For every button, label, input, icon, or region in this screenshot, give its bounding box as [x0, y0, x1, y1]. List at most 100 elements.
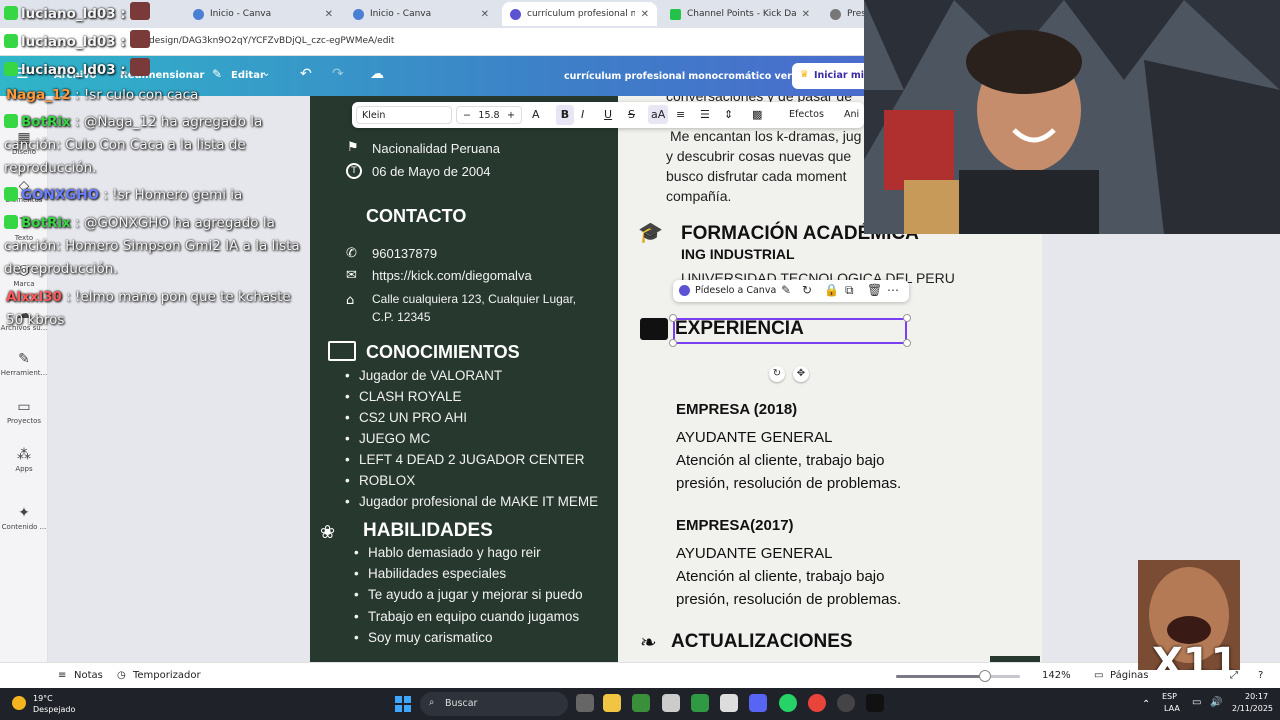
edit-menu[interactable]: Editar — [231, 70, 265, 81]
monitor-icon — [328, 341, 356, 361]
address-line-1: Calle cualquiera 123, Cualquier Lugar, — [372, 292, 577, 306]
strikethrough-icon[interactable]: S — [628, 108, 635, 121]
tab-label: Channel Points - Kick Dashboa — [687, 9, 796, 19]
rail-apps[interactable]: ⁂ Apps — [0, 447, 48, 473]
weather-icon[interactable] — [12, 696, 26, 710]
selected-textbox[interactable] — [673, 318, 907, 344]
document-title[interactable]: currículum profesional monocromático ver… — [564, 71, 805, 82]
job-desc: Atención al cliente, trabajo bajo — [676, 568, 885, 585]
chevron-up-icon[interactable]: ⌃ — [1142, 699, 1150, 710]
rotate-icon[interactable]: ↻ — [802, 283, 812, 297]
discord-icon[interactable] — [749, 694, 767, 712]
close-icon[interactable]: ✕ — [481, 9, 489, 20]
animate-button[interactable]: Ani — [844, 109, 859, 120]
decrease-size-button[interactable]: − — [463, 110, 471, 121]
browser-tab[interactable]: Inicio - Canva ✕ — [185, 2, 341, 26]
rail-tools[interactable]: ✎ Herramient... — [0, 351, 48, 377]
help-icon[interactable]: ? — [1258, 670, 1263, 681]
move-handle-icon[interactable]: ✥ — [793, 366, 809, 382]
language-2[interactable]: LAA — [1164, 704, 1180, 713]
chat-text: : !sr Homero gemi ia — [99, 187, 243, 203]
effects-button[interactable]: Efectos — [789, 109, 824, 120]
calendar-icon: T — [346, 163, 362, 179]
zoom-slider-fill — [896, 675, 986, 678]
case-icon[interactable]: aA — [648, 105, 669, 124]
pages-button[interactable]: Páginas — [1110, 670, 1149, 681]
search-label: Buscar — [445, 698, 478, 709]
app-icon[interactable] — [720, 694, 738, 712]
align-icon[interactable]: ≡ — [676, 108, 685, 121]
zoom-slider[interactable] — [896, 675, 1020, 678]
notes-icon: ≡ — [58, 670, 67, 681]
browser-tab[interactable]: Inicio - Canva ✕ — [345, 2, 497, 26]
tiktok-icon[interactable] — [866, 694, 884, 712]
font-size-stepper[interactable]: − 15.8 + — [456, 106, 522, 124]
text-color-icon[interactable]: A — [532, 108, 540, 121]
close-icon[interactable]: ✕ — [641, 9, 649, 20]
volume-icon[interactable]: 🔊 — [1210, 697, 1222, 708]
windows-start-icon[interactable] — [395, 696, 411, 712]
ask-canva-button[interactable]: Pídeselo a Canva — [695, 285, 776, 296]
clock-date[interactable]: 2/11/2025 — [1232, 704, 1273, 713]
chat-user: Naga_12 — [6, 87, 71, 103]
skill-item: Hablo demasiado y hago reir — [354, 545, 541, 560]
magic-write-icon[interactable]: ✎ — [781, 283, 791, 297]
rotate-handle-icon[interactable]: ↻ — [769, 366, 785, 382]
browser-tab[interactable]: Channel Points - Kick Dashboa ✕ — [662, 2, 818, 26]
taskbar-search[interactable]: ⌕ Buscar — [420, 692, 568, 716]
chat-user: GONXGHO — [21, 187, 100, 203]
bold-icon[interactable]: B — [556, 105, 574, 125]
zoom-slider-knob[interactable] — [979, 670, 992, 682]
rail-magic[interactable]: ✦ Contenido ... — [0, 505, 48, 531]
list-icon[interactable]: ☰ — [700, 108, 710, 121]
file-explorer-icon[interactable] — [603, 694, 621, 712]
redo-icon[interactable]: ↷ — [332, 66, 344, 82]
weather-desc[interactable]: Despejado — [33, 705, 75, 714]
underline-icon[interactable]: U — [604, 108, 612, 121]
rail-projects[interactable]: ▭ Proyectos — [0, 399, 48, 425]
magic-icon: ✦ — [18, 505, 30, 521]
whatsapp-icon[interactable] — [779, 694, 797, 712]
language-1[interactable]: ESP — [1162, 692, 1177, 701]
font-selector[interactable]: Klein — [356, 106, 452, 124]
trash-icon[interactable]: 🗑 — [867, 283, 882, 297]
clock-time[interactable]: 20:17 — [1245, 692, 1268, 701]
transparency-icon[interactable]: ▩ — [752, 108, 762, 121]
zoom-value[interactable]: 142% — [1042, 670, 1071, 681]
minecraft-icon[interactable] — [691, 694, 709, 712]
streamer-name: luciano_ld03 : — [21, 34, 126, 50]
lock-icon[interactable]: 🔒 — [824, 283, 839, 297]
cloud-saved-icon[interactable]: ☁ — [370, 66, 384, 82]
chrome-icon[interactable] — [808, 694, 826, 712]
xbox-icon[interactable] — [632, 694, 650, 712]
about-line: y descubrir cosas nuevas que — [666, 148, 852, 164]
task-view-icon[interactable] — [576, 694, 594, 712]
network-icon[interactable]: ▭ — [1192, 697, 1201, 708]
flag-icon: ⚑ — [347, 140, 359, 155]
spacing-icon[interactable]: ⇕ — [724, 108, 733, 121]
overlay-streamer-name: luciano_ld03 : — [4, 30, 153, 50]
store-icon[interactable] — [662, 694, 680, 712]
italic-icon[interactable]: I — [581, 108, 584, 121]
fullscreen-icon[interactable]: ⤢ — [1230, 670, 1238, 681]
more-icon[interactable]: ⋯ — [887, 283, 899, 297]
browser-tab-active[interactable]: currículum profesional monocr ✕ — [502, 2, 657, 26]
weather-temp[interactable]: 19°C — [33, 694, 53, 703]
resize-handle[interactable] — [903, 314, 911, 322]
increase-size-button[interactable]: + — [507, 110, 515, 121]
timer-button[interactable]: Temporizador — [133, 670, 201, 681]
skill-item: Habilidades especiales — [354, 566, 506, 581]
knowledge-item: JUEGO MC — [345, 431, 430, 446]
selection-toolbar: Pídeselo a Canva ✎ ↻ 🔒 ⧉ 🗑 ⋯ — [673, 280, 909, 302]
resize-handle[interactable] — [903, 339, 911, 347]
resize-handle[interactable] — [669, 339, 677, 347]
obs-icon[interactable] — [837, 694, 855, 712]
close-icon[interactable]: ✕ — [325, 9, 333, 20]
close-icon[interactable]: ✕ — [802, 9, 810, 20]
resume-left-column[interactable]: ⚑ Nacionalidad Peruana T 06 de Mayo de 2… — [310, 96, 618, 662]
resize-handle[interactable] — [669, 314, 677, 322]
font-size-value[interactable]: 15.8 — [478, 110, 499, 121]
undo-icon[interactable]: ↶ — [300, 66, 312, 82]
notes-button[interactable]: Notas — [74, 670, 103, 681]
duplicate-icon[interactable]: ⧉ — [845, 283, 854, 298]
